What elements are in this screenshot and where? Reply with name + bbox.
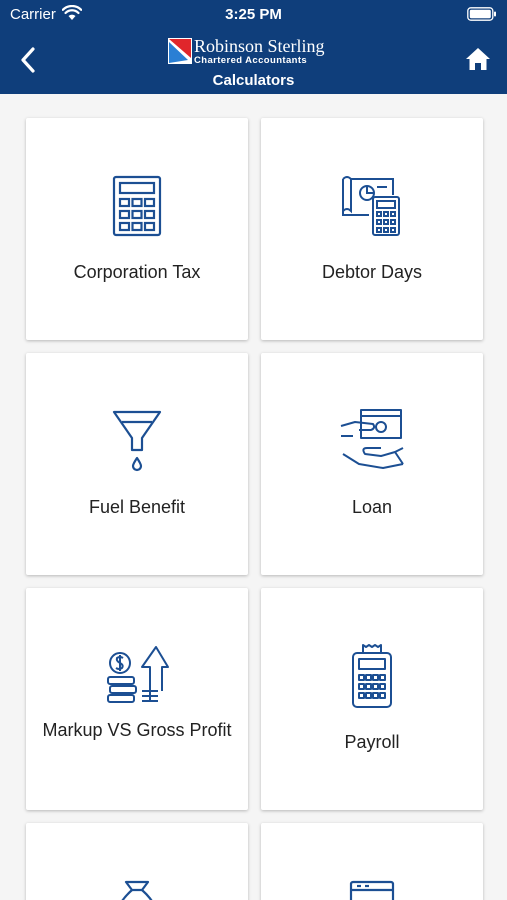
home-button[interactable] — [463, 44, 493, 74]
calculator-card-debtor-days[interactable]: Debtor Days — [261, 118, 483, 340]
calculator-card-7[interactable] — [26, 823, 248, 900]
calculator-label: Fuel Benefit — [88, 497, 186, 517]
calculator-label: Debtor Days — [321, 262, 423, 282]
coins-arrow-up-icon — [107, 646, 169, 703]
calculator-card-markup-vs-gross-profit[interactable]: Markup VS Gross Profit — [26, 588, 248, 810]
chevron-left-icon — [21, 47, 35, 73]
calculator-label: Payroll — [344, 732, 400, 752]
brand-subtitle: Chartered Accountants — [194, 55, 308, 66]
calculator-card-8[interactable] — [261, 823, 483, 900]
calculator-label: Loan — [351, 497, 393, 517]
logo-flag-icon — [168, 38, 192, 64]
brand-name: Robinson Sterling — [194, 36, 325, 56]
brand-logo: Robinson Sterling Chartered Accountants — [168, 36, 338, 67]
card-terminal-icon — [352, 644, 392, 708]
status-bar: Carrier 3:25 PM — [0, 0, 507, 28]
page-title: Calculators — [212, 72, 295, 89]
home-icon — [466, 48, 490, 70]
battery-icon — [467, 7, 496, 21]
calculator-card-loan[interactable]: Loan — [261, 353, 483, 575]
funnel-drop-icon — [112, 410, 162, 472]
cash-hand-icon — [340, 409, 404, 469]
app-header: Carrier 3:25 PM Robinson Sterling Charte… — [0, 0, 507, 94]
calculator-card-corporation-tax[interactable]: Corporation Tax — [26, 118, 248, 340]
invoice-calculator-icon — [342, 176, 400, 236]
calculator-label: Corporation Tax — [73, 262, 201, 282]
calculator-icon — [112, 175, 162, 237]
calculator-label: Markup VS Gross Profit — [42, 720, 232, 740]
window-icon — [349, 880, 395, 900]
calculator-card-payroll[interactable]: Payroll — [261, 588, 483, 810]
money-bag-icon — [121, 880, 153, 900]
status-time: 3:25 PM — [225, 6, 282, 23]
calculator-card-fuel-benefit[interactable]: Fuel Benefit — [26, 353, 248, 575]
